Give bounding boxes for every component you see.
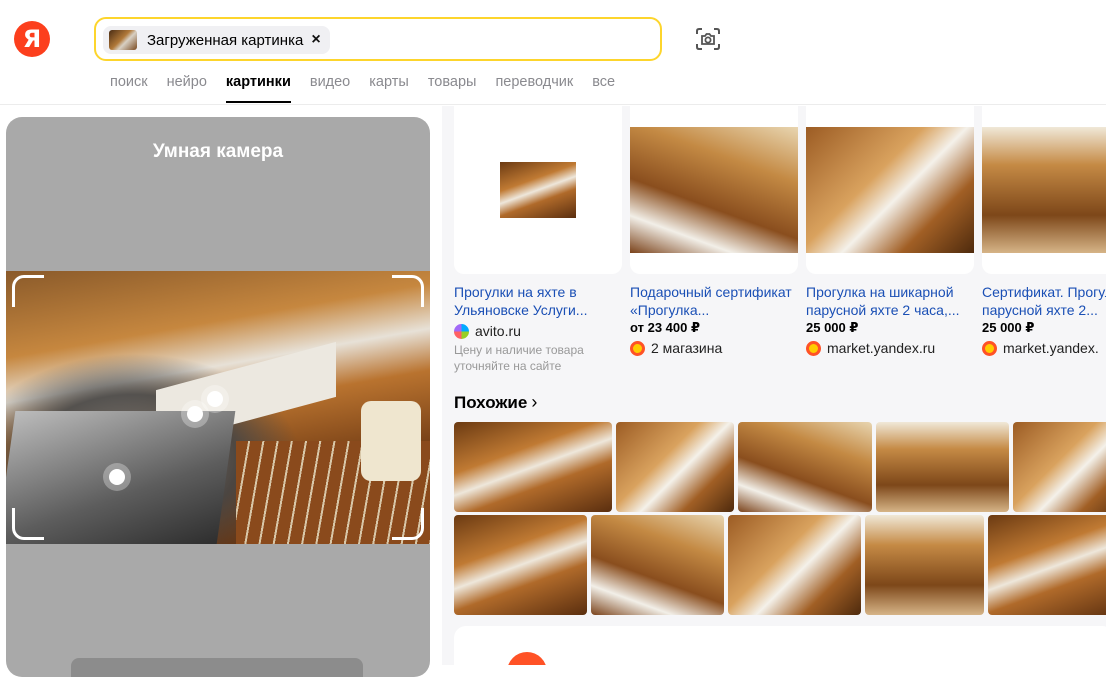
avito-icon bbox=[454, 323, 469, 339]
panel-bottom-button[interactable] bbox=[71, 658, 363, 677]
product-source[interactable]: 2 магазина bbox=[630, 340, 798, 356]
product-source[interactable]: avito.ru bbox=[454, 323, 622, 339]
similar-image[interactable] bbox=[738, 422, 872, 512]
similar-image[interactable] bbox=[988, 515, 1106, 615]
product-price: 25 000 ₽ bbox=[982, 320, 1035, 335]
product-title[interactable]: Подарочный сертификат «Прогулка... bbox=[630, 283, 798, 319]
smart-camera-title: Умная камера bbox=[152, 141, 284, 162]
product-image[interactable] bbox=[454, 106, 622, 274]
source-label: market.yandex.ru bbox=[827, 340, 936, 356]
uploaded-image-chip[interactable]: Загруженная картинка × bbox=[103, 26, 330, 54]
product-card[interactable]: Прогулка на шикарной парусной яхте 2 час… bbox=[806, 106, 974, 374]
product-note: Цену и наличие товара уточняйте на сайте bbox=[454, 343, 584, 373]
product-image[interactable] bbox=[982, 106, 1106, 274]
search-tabs: поиск нейро картинки видео карты товары … bbox=[110, 74, 634, 103]
tab-images[interactable]: картинки bbox=[225, 74, 291, 103]
product-photo bbox=[982, 127, 1106, 253]
product-image[interactable] bbox=[806, 106, 974, 274]
tab-maps[interactable]: карты bbox=[369, 74, 409, 103]
uploaded-photo[interactable] bbox=[6, 271, 430, 544]
source-label: 2 магазина bbox=[651, 340, 723, 356]
source-label: market.yandex. bbox=[1003, 340, 1099, 356]
product-card[interactable]: Подарочный сертификат «Прогулка... от 23… bbox=[630, 106, 798, 374]
product-title[interactable]: Прогулка на шикарной парусной яхте 2 час… bbox=[806, 283, 974, 319]
similar-image[interactable] bbox=[1013, 422, 1106, 512]
similar-row bbox=[454, 515, 1106, 615]
search-box[interactable]: Загруженная картинка × bbox=[94, 17, 662, 61]
source-label: avito.ru bbox=[475, 323, 521, 339]
yandex-logo[interactable]: Я bbox=[14, 21, 50, 57]
crop-handle-top-left[interactable] bbox=[12, 275, 44, 307]
smart-camera-panel: Умная камера bbox=[6, 117, 430, 677]
tab-translator[interactable]: переводчик bbox=[495, 74, 573, 103]
product-image[interactable] bbox=[630, 106, 798, 274]
results-area: Прогулки на яхте в Ульяновске Услуги... … bbox=[442, 106, 1106, 665]
crop-handle-top-right[interactable] bbox=[392, 275, 424, 307]
product-photo bbox=[806, 127, 974, 253]
header: Я Загруженная картинка × поиск нейро кар… bbox=[0, 0, 1106, 105]
similar-image[interactable] bbox=[591, 515, 724, 615]
object-marker-dot[interactable] bbox=[187, 406, 203, 422]
photo-seat bbox=[361, 401, 421, 481]
camera-search-icon[interactable] bbox=[694, 26, 722, 52]
tab-search[interactable]: поиск bbox=[110, 74, 148, 103]
similar-title: Похожие bbox=[454, 392, 528, 412]
close-icon[interactable]: × bbox=[311, 31, 320, 49]
market-icon bbox=[982, 340, 997, 356]
product-photo bbox=[500, 162, 576, 218]
product-cards: Прогулки на яхте в Ульяновске Услуги... … bbox=[454, 106, 1106, 374]
product-photo bbox=[630, 127, 798, 253]
chip-label: Загруженная картинка bbox=[147, 31, 304, 49]
tab-all[interactable]: все bbox=[592, 74, 615, 103]
next-section bbox=[454, 626, 1106, 665]
product-price: от 23 400 ₽ bbox=[630, 320, 701, 335]
product-title[interactable]: Сертификат. Прогулка на парусной яхте 2.… bbox=[982, 283, 1106, 319]
product-card[interactable]: Сертификат. Прогулка на парусной яхте 2.… bbox=[982, 106, 1106, 374]
tab-video[interactable]: видео bbox=[310, 74, 350, 103]
product-title[interactable]: Прогулки на яхте в Ульяновске Услуги... bbox=[454, 283, 622, 319]
chevron-right-icon: › bbox=[531, 392, 538, 412]
product-price: 25 000 ₽ bbox=[806, 320, 859, 335]
similar-heading[interactable]: Похожие › bbox=[454, 392, 537, 413]
tab-neuro[interactable]: нейро bbox=[167, 74, 207, 103]
similar-image[interactable] bbox=[865, 515, 984, 615]
similar-image[interactable] bbox=[728, 515, 861, 615]
similar-image[interactable] bbox=[454, 515, 587, 615]
tab-products[interactable]: товары bbox=[428, 74, 477, 103]
product-source[interactable]: market.yandex.ru bbox=[806, 340, 974, 356]
similar-row bbox=[454, 422, 1106, 512]
market-icon bbox=[806, 340, 821, 356]
crop-handle-bottom-left[interactable] bbox=[12, 508, 44, 540]
similar-image[interactable] bbox=[454, 422, 612, 512]
object-marker-dot[interactable] bbox=[207, 391, 223, 407]
crop-handle-bottom-right[interactable] bbox=[392, 508, 424, 540]
object-marker-dot[interactable] bbox=[109, 469, 125, 485]
uploaded-image-thumbnail bbox=[109, 30, 137, 50]
similar-image[interactable] bbox=[876, 422, 1009, 512]
similar-image[interactable] bbox=[616, 422, 734, 512]
product-source[interactable]: market.yandex. bbox=[982, 340, 1106, 356]
product-card[interactable]: Прогулки на яхте в Ульяновске Услуги... … bbox=[454, 106, 622, 374]
market-icon bbox=[630, 340, 645, 356]
